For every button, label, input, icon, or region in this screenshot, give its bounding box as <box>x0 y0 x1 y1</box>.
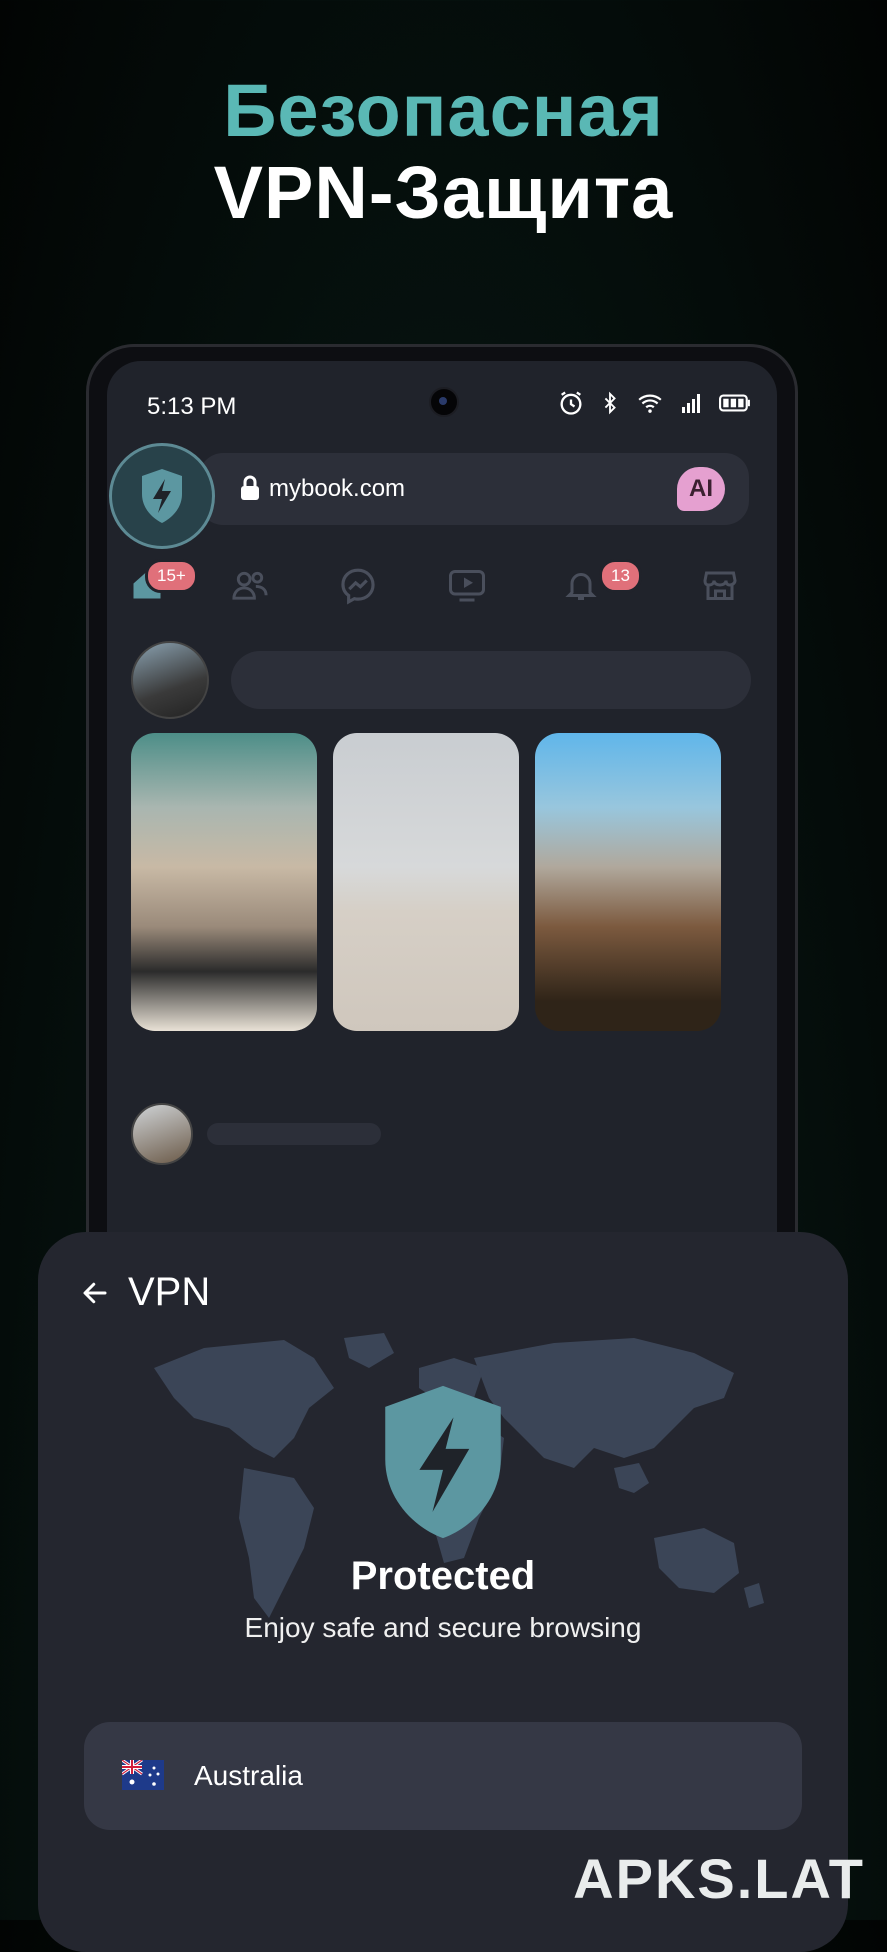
nav-item-marketplace[interactable] <box>701 567 739 608</box>
phone-volume-button <box>797 633 798 713</box>
post-author-avatar[interactable] <box>131 1103 193 1165</box>
story-card[interactable] <box>131 733 317 1031</box>
nav-item-messenger[interactable] <box>339 567 377 610</box>
lock-icon <box>241 475 259 500</box>
store-icon <box>703 571 737 600</box>
friends-icon <box>232 571 268 600</box>
shield-bolt-icon <box>142 469 182 523</box>
home-badge: 15+ <box>145 559 198 593</box>
bluetooth-icon <box>604 391 616 415</box>
vpn-shield-button[interactable] <box>109 443 215 549</box>
url-text[interactable]: mybook.com <box>269 475 405 503</box>
vpn-shield-icon <box>385 1385 501 1539</box>
social-nav-bar: 15+ 13 <box>107 557 777 617</box>
video-icon <box>449 570 485 602</box>
phone-frame: 5:13 PM mybook.com AI 15+ 13 <box>86 344 798 1344</box>
vpn-title: VPN <box>128 1270 211 1314</box>
phone-screen: 5:13 PM mybook.com AI 15+ 13 <box>107 361 777 1341</box>
address-bar[interactable]: mybook.com AI <box>199 453 749 525</box>
status-time: 5:13 PM <box>147 393 237 420</box>
bell-icon <box>565 573 597 600</box>
promo-headline-line1: Безопасная <box>223 69 664 152</box>
nav-item-video[interactable] <box>447 567 487 608</box>
user-avatar[interactable] <box>131 641 209 719</box>
vpn-panel: VPN Protected Enjoy safe and secure brow… <box>38 1232 848 1952</box>
battery-icon <box>719 394 750 412</box>
post-author-placeholder <box>207 1123 381 1145</box>
status-icons <box>557 389 751 417</box>
australia-flag-icon <box>122 1760 164 1790</box>
back-arrow-icon[interactable] <box>78 1278 112 1308</box>
nav-item-friends[interactable] <box>231 567 269 608</box>
promo-headline-line2: VPN-Защита <box>213 151 674 234</box>
site-watermark: APKS.LAT <box>573 1847 865 1910</box>
notifications-badge: 13 <box>599 559 642 593</box>
signal-icon <box>682 394 700 413</box>
story-card[interactable] <box>333 733 519 1031</box>
vpn-status-text: Protected <box>350 1554 536 1598</box>
front-camera <box>429 387 459 417</box>
phone-power-button <box>797 915 798 1025</box>
country-selector[interactable]: Australia <box>84 1722 802 1830</box>
wifi-icon <box>638 394 662 413</box>
post-composer-input[interactable] <box>231 651 751 709</box>
nav-item-notifications[interactable] <box>563 567 599 608</box>
ai-assistant-button[interactable]: AI <box>677 467 725 511</box>
alarm-icon <box>560 391 582 415</box>
country-name[interactable]: Australia <box>194 1760 303 1792</box>
vpn-status-subtitle: Enjoy safe and secure browsing <box>244 1612 642 1643</box>
story-card[interactable] <box>535 733 721 1031</box>
messenger-icon <box>341 568 375 605</box>
